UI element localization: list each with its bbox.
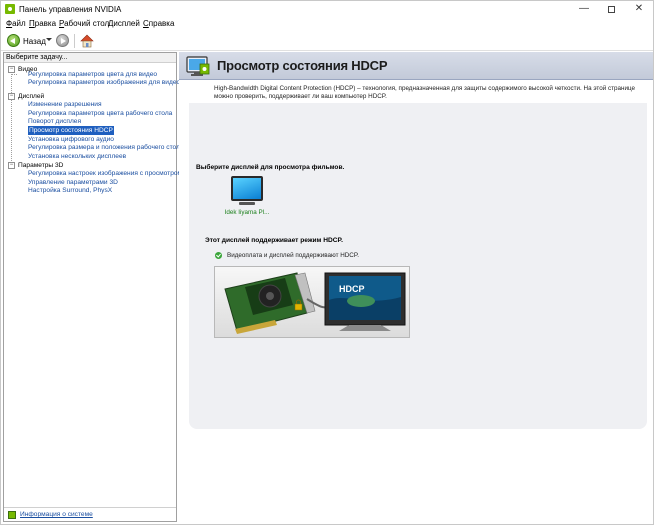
display-name: Iiyama Pl... (238, 209, 270, 216)
tv-display-image: HDCP (324, 272, 406, 331)
maximize-button[interactable] (598, 1, 624, 18)
forward-arrow-icon[interactable] (56, 34, 69, 47)
hdcp-status-text: Видеоплата и дисплей поддерживают HDCP. (227, 252, 359, 259)
display-monitor-icon[interactable] (231, 176, 263, 201)
task-rotate-display[interactable]: Поворот дисплея (28, 117, 81, 126)
minimize-button[interactable]: — (571, 1, 597, 18)
menu-desktop[interactable]: Рабочий стол (59, 19, 109, 28)
menu-file[interactable]: Файл (6, 19, 26, 28)
close-button[interactable]: ✕ (626, 1, 652, 18)
back-arrow-icon[interactable] (7, 34, 20, 47)
hdcp-content-panel: Выберите дисплей для просмотра фильмов. … (189, 103, 647, 429)
title-bar: Панель управления NVIDIA — ✕ (1, 1, 653, 18)
system-info-icon[interactable] (8, 511, 16, 519)
nvidia-control-panel-window: Панель управления NVIDIA — ✕ Файл Правка… (0, 0, 654, 525)
menu-edit[interactable]: Правка (29, 19, 56, 28)
menu-display[interactable]: Дисплей (108, 19, 140, 28)
select-display-heading: Выберите дисплей для просмотра фильмов. (196, 164, 345, 171)
task-pane: Выберите задачу... − Видео Регулировка п… (3, 52, 184, 522)
display-name-label[interactable]: Idek Iiyama Pl... (222, 209, 272, 216)
toolbar-separator (74, 34, 75, 48)
maximize-icon (607, 6, 615, 13)
graphics-card-image (224, 272, 316, 334)
nvidia-logo-icon (5, 4, 15, 14)
hdcp-illustration: HDCP (214, 266, 410, 338)
system-info-bar: Информация о системе (4, 507, 176, 521)
back-button-label[interactable]: Назад (23, 37, 46, 46)
tree-guide-line (11, 69, 12, 169)
tree-guide-line (12, 74, 17, 75)
page-description: High-Bandwidth Digital Content Protectio… (214, 85, 636, 100)
task-video-image[interactable]: Регулировка параметров изображения для в… (28, 78, 180, 87)
task-desktop-size[interactable]: Регулировка размера и положения рабочего… (28, 143, 184, 152)
content-pane: Просмотр состояния HDCP High-Bandwidth D… (179, 52, 653, 522)
check-status-icon (215, 252, 222, 259)
hdcp-support-heading: Этот дисплей поддерживает режим HDCP. (205, 237, 343, 244)
back-dropdown-icon[interactable] (46, 38, 52, 41)
display-name-prefix: Idek (224, 209, 237, 216)
home-icon[interactable] (79, 33, 95, 49)
page-header: Просмотр состояния HDCP (179, 52, 653, 80)
monitor-stand (239, 202, 255, 205)
task-surround-physx[interactable]: Настройка Surround, PhysX (28, 186, 112, 195)
tree-toggle-3d[interactable]: − (8, 162, 15, 169)
toolbar: Назад (1, 31, 653, 51)
task-change-resolution[interactable]: Изменение разрешения (28, 100, 102, 109)
hdcp-monitor-icon (186, 55, 210, 77)
window-title: Панель управления NVIDIA (19, 5, 122, 14)
svg-text:HDCP: HDCP (339, 284, 365, 294)
page-title: Просмотр состояния HDCP (217, 58, 388, 73)
task-multiple-displays[interactable]: Установка нескольких дисплеев (28, 152, 126, 161)
menu-bar: Файл Правка Рабочий стол Дисплей Справка (1, 18, 653, 30)
task-hdcp-status[interactable]: Просмотр состояния HDCP (28, 126, 114, 135)
tree-toggle-display[interactable]: − (8, 93, 15, 100)
task-pane-header: Выберите задачу... (4, 53, 176, 63)
menu-help[interactable]: Справка (143, 19, 174, 28)
tree-toggle-video[interactable]: − (8, 66, 15, 73)
task-3d-preview[interactable]: Регулировка настроек изображения с просм… (28, 169, 182, 178)
system-info-link[interactable]: Информация о системе (20, 511, 93, 518)
display-selector-item[interactable]: Idek Iiyama Pl... (222, 176, 272, 221)
